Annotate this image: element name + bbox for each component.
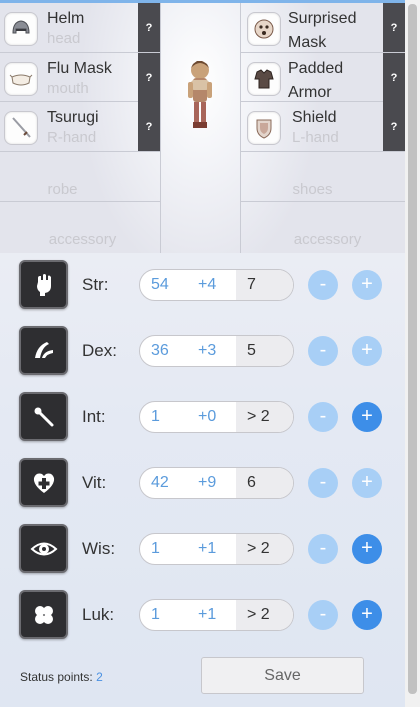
increase-vit-button[interactable]: +: [352, 468, 382, 498]
equipment-panel: Helm head ? Flu Mask mouth ? Tsurugi R-h…: [0, 3, 405, 253]
decrease-luk-button[interactable]: -: [308, 600, 338, 630]
stat-value-box: 36 +3 5: [139, 335, 294, 367]
stat-base-value: 1: [151, 606, 160, 623]
help-button[interactable]: ?: [138, 3, 160, 52]
item-name: Padded Armor: [288, 60, 344, 101]
slot-position: mouth: [47, 80, 89, 97]
stat-base-value: 1: [151, 408, 160, 425]
helm-icon: [4, 12, 38, 46]
help-button[interactable]: ?: [383, 102, 405, 151]
stat-base-value: 1: [151, 540, 160, 557]
item-name: Helm: [47, 10, 85, 27]
fist-icon: [19, 260, 68, 309]
save-button[interactable]: Save: [201, 657, 364, 694]
stat-label: Luk:: [82, 605, 115, 624]
divider: [0, 151, 160, 152]
equip-slot-upper[interactable]: Surprised Mask ?: [240, 3, 405, 52]
staff-icon: [19, 392, 68, 441]
stat-cost-value: 6: [236, 468, 293, 498]
stat-label: Str:: [82, 275, 109, 294]
stat-label: Int:: [82, 407, 106, 426]
equip-slot-armor[interactable]: Padded Armor ?: [240, 53, 405, 102]
empty-slot-accessory-left[interactable]: accessory: [0, 231, 165, 248]
divider: [240, 201, 405, 202]
armor-icon: [247, 62, 281, 96]
stat-cost-value: > 2: [236, 534, 293, 564]
increase-dex-button[interactable]: +: [352, 336, 382, 366]
flu-mask-icon: [4, 62, 38, 96]
stat-cost-value: > 2: [236, 402, 293, 432]
stat-base-value: 54: [151, 276, 169, 293]
stat-base-value: 36: [151, 342, 169, 359]
decrease-wis-button[interactable]: -: [308, 534, 338, 564]
help-button[interactable]: ?: [383, 53, 405, 102]
slot-position: head: [47, 30, 81, 47]
eye-icon: [19, 524, 68, 573]
stat-cost-value: > 2: [236, 600, 293, 630]
stat-label: Wis:: [82, 539, 116, 558]
clover-icon: [19, 590, 68, 639]
stat-value-box: 1 +1 > 2: [139, 533, 294, 565]
equip-slot-r-hand[interactable]: Tsurugi R-hand ?: [0, 102, 160, 151]
divider: [160, 3, 161, 253]
stat-bonus-value: +0: [198, 408, 217, 425]
heart-plus-icon: [19, 458, 68, 507]
stat-row-dex: Dex: 36 +3 5 - +: [0, 324, 405, 380]
stat-bonus-value: +3: [198, 342, 217, 359]
shield-icon: [247, 111, 281, 145]
status-points-value: 2: [96, 670, 103, 684]
stat-row-luk: Luk: 1 +1 > 2 - +: [0, 588, 405, 644]
increase-wis-button[interactable]: +: [352, 534, 382, 564]
item-name: Surprised Mask: [288, 10, 357, 51]
stat-label: Dex:: [82, 341, 117, 360]
empty-slot-robe[interactable]: robe: [0, 181, 125, 198]
slot-position: L-hand: [292, 129, 339, 146]
empty-slot-shoes[interactable]: shoes: [270, 181, 355, 198]
stat-bonus-value: +9: [198, 474, 217, 491]
surprised-mask-icon: [247, 12, 281, 46]
decrease-dex-button[interactable]: -: [308, 336, 338, 366]
stat-row-int: Int: 1 +0 > 2 - +: [0, 390, 405, 446]
stat-label: Vit:: [82, 473, 107, 492]
increase-int-button[interactable]: +: [352, 402, 382, 432]
equip-slot-mouth[interactable]: Flu Mask mouth ?: [0, 53, 160, 102]
help-button[interactable]: ?: [138, 102, 160, 151]
stat-bonus-value: +1: [198, 606, 217, 623]
item-name: Tsurugi: [47, 109, 99, 126]
status-points: Status points: 2: [20, 670, 103, 684]
equip-slot-head[interactable]: Helm head ?: [0, 3, 160, 52]
help-button[interactable]: ?: [138, 53, 160, 102]
equip-slot-l-hand[interactable]: Shield L-hand ?: [240, 102, 405, 151]
help-button[interactable]: ?: [383, 3, 405, 52]
stat-row-str: Str: 54 +4 7 - +: [0, 258, 405, 314]
decrease-vit-button[interactable]: -: [308, 468, 338, 498]
stat-row-wis: Wis: 1 +1 > 2 - +: [0, 522, 405, 578]
stat-cost-value: 7: [236, 270, 293, 300]
scrollbar[interactable]: [405, 0, 420, 707]
stat-value-box: 42 +9 6: [139, 467, 294, 499]
slot-position: R-hand: [47, 129, 97, 146]
item-name: Flu Mask: [47, 60, 112, 77]
empty-slot-accessory-right[interactable]: accessory: [240, 231, 415, 248]
stat-row-vit: Vit: 42 +9 6 - +: [0, 456, 405, 512]
stat-value-box: 54 +4 7: [139, 269, 294, 301]
stat-bonus-value: +1: [198, 540, 217, 557]
divider: [240, 151, 405, 152]
stat-bonus-value: +4: [198, 276, 217, 293]
decrease-str-button[interactable]: -: [308, 270, 338, 300]
item-name: Shield: [292, 109, 337, 126]
status-points-label: Status points:: [20, 670, 93, 684]
divider: [0, 201, 160, 202]
decrease-int-button[interactable]: -: [308, 402, 338, 432]
bow-icon: [19, 326, 68, 375]
increase-luk-button[interactable]: +: [352, 600, 382, 630]
stat-cost-value: 5: [236, 336, 293, 366]
stat-value-box: 1 +1 > 2: [139, 599, 294, 631]
character-sprite: [180, 58, 220, 138]
sword-icon: [4, 111, 38, 145]
stat-base-value: 42: [151, 474, 169, 491]
scrollbar-thumb[interactable]: [408, 4, 417, 694]
stat-value-box: 1 +0 > 2: [139, 401, 294, 433]
increase-str-button[interactable]: +: [352, 270, 382, 300]
